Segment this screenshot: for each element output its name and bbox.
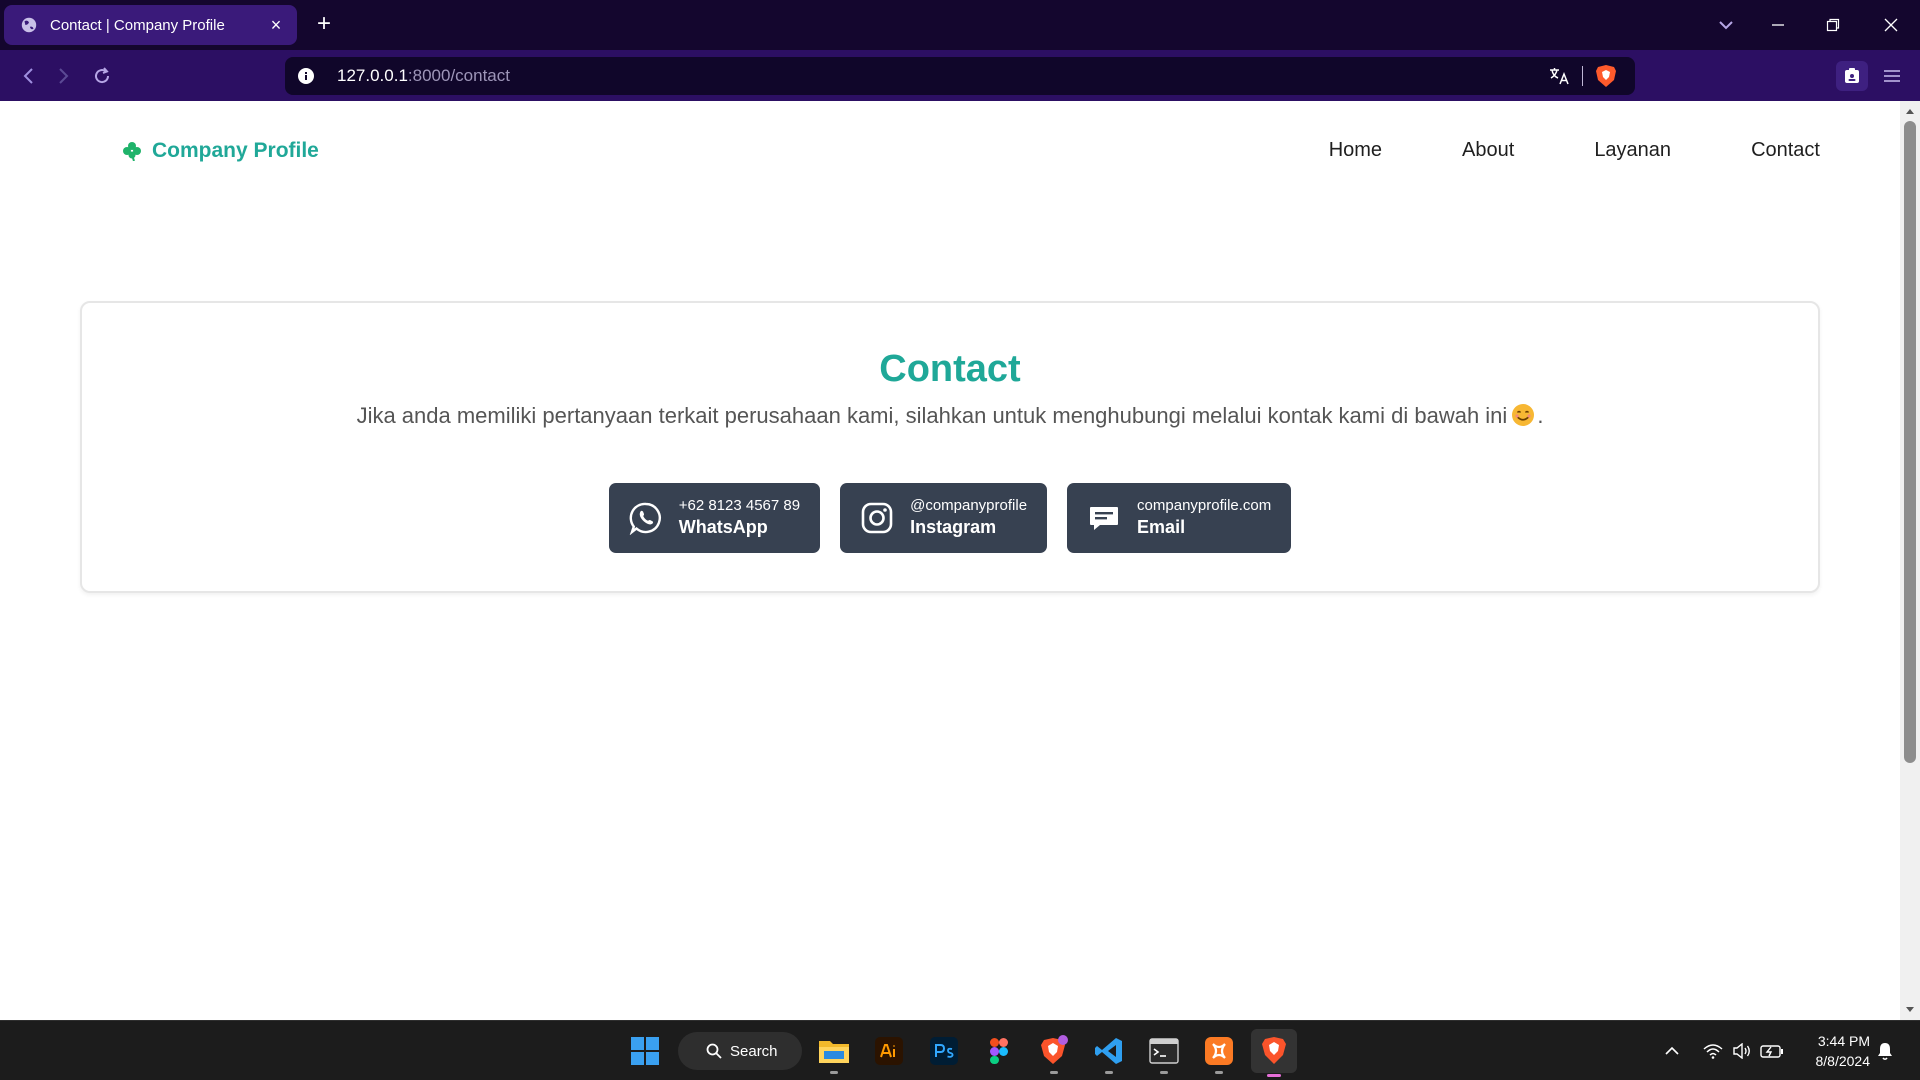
close-tab-icon[interactable]: ×	[267, 15, 285, 35]
hamburger-menu-icon[interactable]	[1876, 61, 1908, 91]
nav-about[interactable]: About	[1462, 139, 1514, 162]
brave-shield-icon[interactable]	[1595, 64, 1617, 88]
windows-start-icon[interactable]	[626, 1032, 664, 1070]
wallet-icon[interactable]	[1836, 61, 1868, 91]
battery-icon[interactable]	[1760, 1039, 1784, 1063]
scroll-up-arrow-icon[interactable]	[1900, 105, 1920, 117]
url-path: :8000/contact	[407, 66, 510, 85]
nav-home[interactable]: Home	[1329, 139, 1382, 162]
contact-lead: Jika anda memiliki pertanyaan terkait pe…	[82, 403, 1818, 429]
illustrator-icon[interactable]	[870, 1032, 908, 1070]
search-label: Search	[730, 1042, 778, 1060]
running-indicator	[1160, 1071, 1168, 1074]
whatsapp-label: WhatsApp	[678, 517, 768, 537]
browser-tab-bar: Contact | Company Profile × +	[0, 0, 1920, 50]
whatsapp-button[interactable]: +62 8123 4567 89 WhatsApp	[608, 483, 821, 553]
address-separator	[1582, 66, 1583, 86]
volume-icon[interactable]	[1732, 1039, 1752, 1063]
clover-icon	[123, 142, 141, 161]
nav-menu: Home About Layanan Contact	[1329, 139, 1820, 162]
message-icon	[1090, 507, 1119, 530]
vscode-icon[interactable]	[1090, 1032, 1128, 1074]
brave-browser-icon[interactable]	[1251, 1029, 1297, 1077]
url-host: 127.0.0.1	[337, 66, 408, 85]
figma-icon[interactable]	[980, 1032, 1018, 1070]
nav-layanan[interactable]: Layanan	[1594, 139, 1671, 162]
scrollbar-thumb[interactable]	[1904, 121, 1916, 763]
clock-time: 3:44 PM	[1817, 1033, 1870, 1049]
contact-lead-end: .	[1537, 403, 1544, 428]
new-tab-button[interactable]: +	[312, 12, 336, 36]
instagram-handle: @companyprofile	[910, 497, 1028, 514]
site-navbar: Company Profile Home About Layanan Conta…	[0, 101, 1900, 201]
show-hidden-icons[interactable]	[1664, 1039, 1680, 1063]
back-icon[interactable]	[14, 62, 42, 90]
contact-buttons: +62 8123 4567 89 WhatsApp @companyprofil…	[82, 483, 1818, 553]
forward-icon[interactable]	[50, 62, 78, 90]
page-scrollbar[interactable]	[1900, 101, 1920, 1020]
whatsapp-number: +62 8123 4567 89	[678, 497, 801, 514]
scroll-down-arrow-icon[interactable]	[1900, 1004, 1920, 1016]
running-indicator	[1105, 1071, 1113, 1074]
minimize-icon[interactable]	[1765, 12, 1791, 38]
site-brand[interactable]: Company Profile	[122, 139, 319, 163]
site-info-icon[interactable]	[297, 67, 315, 85]
globe-icon	[21, 17, 37, 33]
contact-lead-text: Jika anda memiliki pertanyaan terkait pe…	[356, 403, 1508, 428]
clock-date: 8/8/2024	[1815, 1053, 1871, 1069]
terminal-icon[interactable]	[1145, 1032, 1183, 1074]
photoshop-icon[interactable]	[925, 1032, 963, 1070]
address-bar[interactable]: 127.0.0.1 :8000/contact	[285, 57, 1635, 95]
brand-name: Company Profile	[152, 139, 319, 162]
tab-search-chevron-icon[interactable]	[1713, 12, 1739, 38]
instagram-button[interactable]: @companyprofile Instagram	[840, 483, 1048, 553]
email-address: companyprofile.com	[1137, 497, 1272, 514]
active-indicator	[1267, 1074, 1281, 1077]
running-indicator	[1215, 1071, 1223, 1074]
instagram-icon	[861, 502, 893, 534]
notification-bell-icon[interactable]	[1876, 1039, 1894, 1063]
contact-card: Contact Jika anda memiliki pertanyaan te…	[80, 301, 1820, 593]
smiling-face-icon	[1512, 404, 1535, 426]
windows-taskbar: Search 3:44 PM 8/8/2024	[0, 1020, 1920, 1080]
nav-contact[interactable]: Contact	[1751, 139, 1820, 162]
contact-title: Contact	[879, 348, 1021, 390]
restore-icon[interactable]	[1820, 12, 1846, 38]
tab-title: Contact | Company Profile	[50, 16, 225, 34]
whatsapp-icon	[629, 502, 661, 535]
search-icon	[706, 1043, 722, 1059]
page-viewport: Company Profile Home About Layanan Conta…	[0, 101, 1900, 1020]
xampp-icon[interactable]	[1200, 1032, 1238, 1074]
running-indicator	[830, 1071, 838, 1074]
browser-tab-active[interactable]: Contact | Company Profile ×	[4, 5, 297, 45]
running-indicator	[1050, 1071, 1058, 1074]
taskbar-search[interactable]: Search	[678, 1032, 802, 1070]
file-explorer-icon[interactable]	[815, 1032, 853, 1074]
reload-icon[interactable]	[88, 62, 116, 90]
email-button[interactable]: companyprofile.com Email	[1067, 483, 1292, 553]
system-clock[interactable]: 3:44 PM 8/8/2024	[1796, 1031, 1871, 1071]
close-window-icon[interactable]	[1878, 12, 1904, 38]
email-label: Email	[1137, 517, 1186, 537]
translate-icon[interactable]	[1548, 66, 1570, 86]
wifi-icon[interactable]	[1703, 1039, 1723, 1063]
instagram-label: Instagram	[910, 517, 997, 537]
brave-beta-icon[interactable]	[1035, 1032, 1073, 1074]
